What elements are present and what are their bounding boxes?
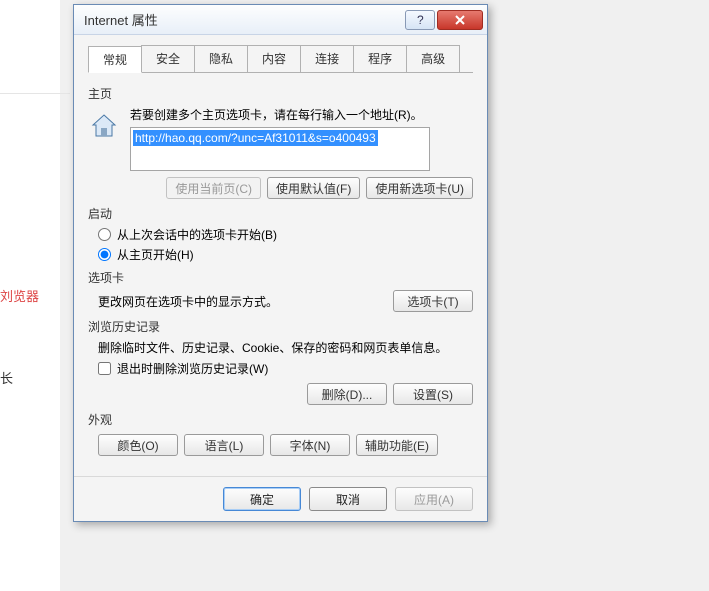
- startup-session-label: 从上次会话中的选项卡开始(B): [117, 226, 277, 243]
- dialog-title: Internet 属性: [84, 10, 403, 29]
- color-button[interactable]: 颜色(O): [98, 434, 178, 456]
- appearance-heading: 外观: [88, 411, 473, 428]
- home-desc: 若要创建多个主页选项卡，请在每行输入一个地址(R)。: [130, 106, 473, 123]
- startup-home-radio[interactable]: [98, 248, 111, 261]
- tab-security[interactable]: 安全: [141, 45, 195, 72]
- use-new-tab-button[interactable]: 使用新选项卡(U): [366, 177, 473, 199]
- startup-home-label: 从主页开始(H): [117, 246, 194, 263]
- home-url-value: http://hao.qq.com/?unc=Af31011&s=o400493: [133, 130, 378, 146]
- history-delete-button[interactable]: 删除(D)...: [307, 383, 387, 405]
- bg-text-2: 长: [0, 368, 13, 387]
- tabcard-desc: 更改网页在选项卡中的显示方式。: [98, 293, 278, 310]
- tab-privacy[interactable]: 隐私: [194, 45, 248, 72]
- help-button[interactable]: ?: [405, 10, 435, 30]
- home-url-textarea[interactable]: http://hao.qq.com/?unc=Af31011&s=o400493: [130, 127, 430, 171]
- close-button[interactable]: [437, 10, 483, 30]
- history-desc: 删除临时文件、历史记录、Cookie、保存的密码和网页表单信息。: [98, 339, 473, 356]
- language-button[interactable]: 语言(L): [184, 434, 264, 456]
- ok-button[interactable]: 确定: [223, 487, 301, 511]
- font-button[interactable]: 字体(N): [270, 434, 350, 456]
- tabstrip: 常规 安全 隐私 内容 连接 程序 高级: [88, 45, 473, 73]
- tab-content[interactable]: 内容: [247, 45, 301, 72]
- startup-heading: 启动: [88, 205, 473, 222]
- tab-general[interactable]: 常规: [88, 46, 142, 73]
- svg-text:?: ?: [417, 14, 424, 26]
- startup-session-radio[interactable]: [98, 228, 111, 241]
- history-settings-button[interactable]: 设置(S): [393, 383, 473, 405]
- apply-button: 应用(A): [395, 487, 473, 511]
- cancel-button[interactable]: 取消: [309, 487, 387, 511]
- tab-advanced[interactable]: 高级: [406, 45, 460, 72]
- delete-on-exit-label: 退出时删除浏览历史记录(W): [117, 360, 268, 377]
- titlebar[interactable]: Internet 属性 ?: [74, 5, 487, 35]
- dialog-footer: 确定 取消 应用(A): [74, 476, 487, 521]
- tab-connections[interactable]: 连接: [300, 45, 354, 72]
- internet-properties-dialog: Internet 属性 ? 常规 安全 隐私 内容 连接 程序 高级 主页: [73, 4, 488, 522]
- home-heading: 主页: [88, 85, 473, 102]
- use-current-page-button: 使用当前页(C): [166, 177, 261, 199]
- delete-on-exit-checkbox[interactable]: [98, 362, 111, 375]
- tabcard-button[interactable]: 选项卡(T): [393, 290, 473, 312]
- home-icon: [88, 110, 120, 142]
- use-default-button[interactable]: 使用默认值(F): [267, 177, 360, 199]
- tabcard-heading: 选项卡: [88, 269, 473, 286]
- history-heading: 浏览历史记录: [88, 318, 473, 335]
- tab-programs[interactable]: 程序: [353, 45, 407, 72]
- bg-text-browser: 刘览器: [0, 286, 39, 305]
- accessibility-button[interactable]: 辅助功能(E): [356, 434, 438, 456]
